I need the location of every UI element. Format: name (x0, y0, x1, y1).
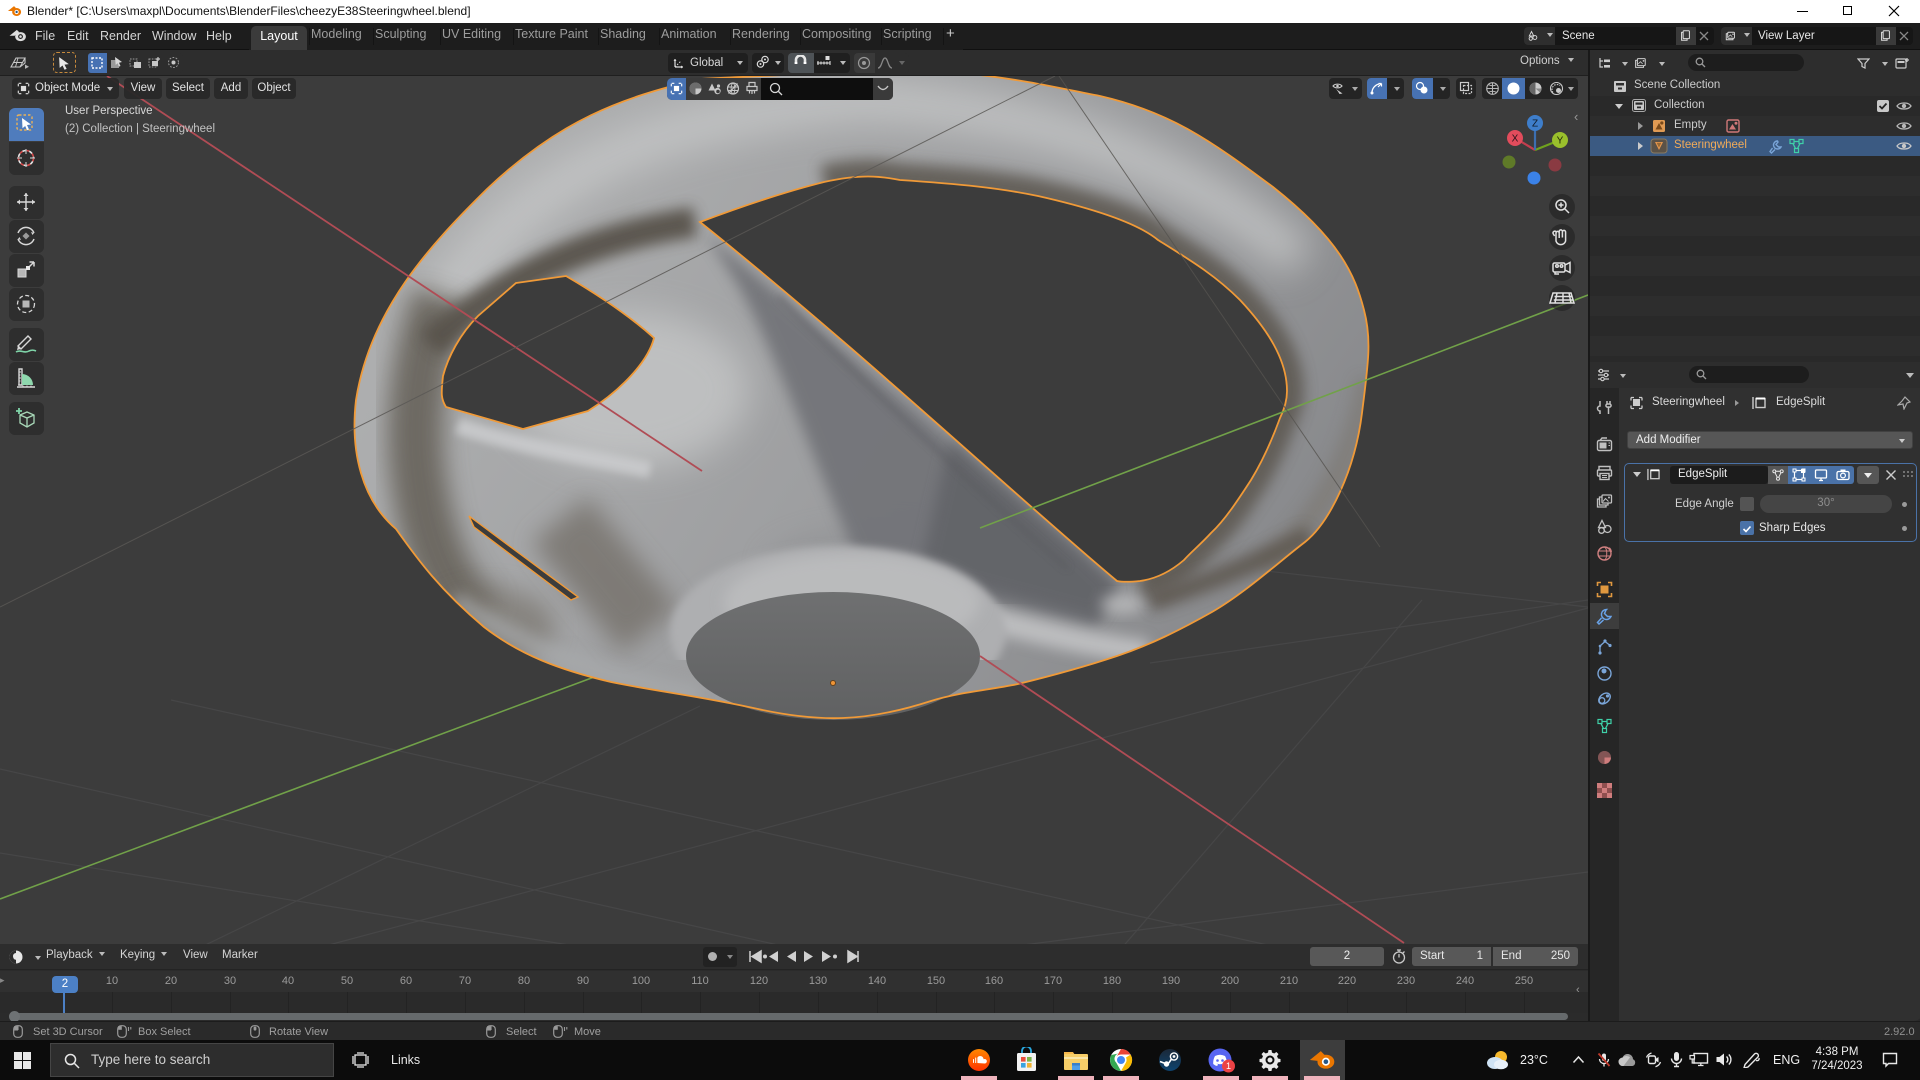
svg-text:X: X (1512, 134, 1519, 145)
svg-text:Y: Y (1557, 136, 1564, 147)
svg-text:1: 1 (1226, 1061, 1231, 1071)
svg-text:Z: Z (1532, 119, 1538, 130)
